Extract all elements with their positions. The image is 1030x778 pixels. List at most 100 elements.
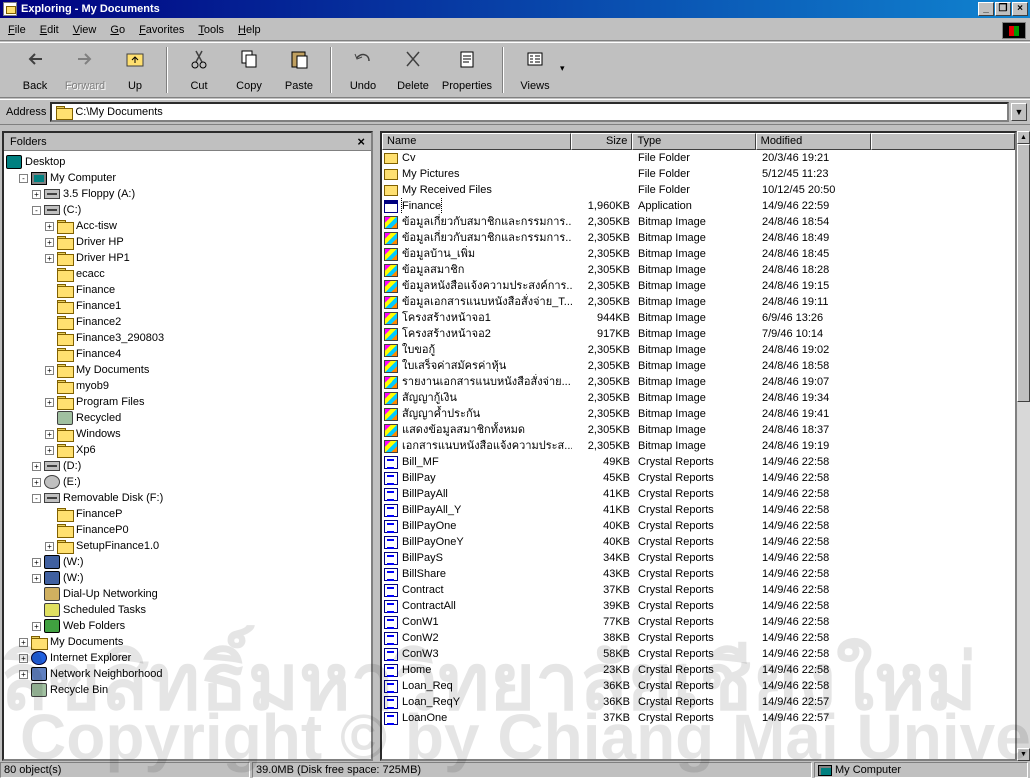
- scroll-thumb[interactable]: [1017, 144, 1030, 402]
- tree-item[interactable]: + Web Folders: [4, 618, 371, 634]
- scroll-down-button[interactable]: ▼: [1017, 748, 1030, 761]
- expand-icon[interactable]: +: [32, 189, 41, 199]
- tree-item[interactable]: Finance2: [4, 314, 371, 330]
- file-row[interactable]: ข้อมูลสมาชิก 2,305KB Bitmap Image 24/8/46 1…: [382, 262, 1015, 278]
- tree-item[interactable]: Finance1: [4, 298, 371, 314]
- vertical-scrollbar[interactable]: ▲ ▼: [1017, 131, 1030, 761]
- forward-button[interactable]: Forward: [60, 43, 110, 97]
- tree-item[interactable]: Desktop: [4, 154, 371, 170]
- file-row[interactable]: BillPayOne 40KB Crystal Reports 14/9/46 22:…: [382, 518, 1015, 534]
- file-row[interactable]: Contract 37KB Crystal Reports 14/9/46 22:58: [382, 582, 1015, 598]
- tree-item[interactable]: FinanceP0: [4, 522, 371, 538]
- expand-icon[interactable]: +: [45, 221, 54, 231]
- close-button[interactable]: ×: [1012, 2, 1028, 16]
- minimize-button[interactable]: _: [978, 2, 994, 16]
- copy-button[interactable]: Copy: [224, 43, 274, 97]
- file-row[interactable]: Cv File Folder 20/3/46 19:21: [382, 150, 1015, 166]
- expand-icon[interactable]: +: [19, 669, 28, 679]
- file-row[interactable]: ข้อมูลหนังสือแจ้งความประสงค์การ... 2,305K…: [382, 278, 1015, 294]
- file-row[interactable]: แสดงข้อมูลสมาชิกทั้งหมด 2,305KB Bitmap Ima…: [382, 422, 1015, 438]
- up-button[interactable]: Up: [110, 43, 160, 97]
- column-name[interactable]: Name: [382, 133, 571, 150]
- views-dropdown-icon[interactable]: ▾: [560, 43, 570, 97]
- tree-item[interactable]: + (E:): [4, 474, 371, 490]
- restore-button[interactable]: ❐: [995, 2, 1011, 16]
- tree-item[interactable]: + (W:): [4, 554, 371, 570]
- file-row[interactable]: Home 23KB Crystal Reports 14/9/46 22:58: [382, 662, 1015, 678]
- tree-item[interactable]: Finance4: [4, 346, 371, 362]
- file-row[interactable]: โครงสร้างหน้าจอ1 944KB Bitmap Image 6/9/46 …: [382, 310, 1015, 326]
- collapse-icon[interactable]: -: [32, 205, 41, 215]
- tree-item[interactable]: + Internet Explorer: [4, 650, 371, 666]
- tree-item[interactable]: Scheduled Tasks: [4, 602, 371, 618]
- expand-icon[interactable]: +: [32, 621, 41, 631]
- expand-icon[interactable]: +: [32, 461, 41, 471]
- views-button[interactable]: Views: [510, 43, 560, 97]
- tree-item[interactable]: + SetupFinance1.0: [4, 538, 371, 554]
- paste-button[interactable]: Paste: [274, 43, 324, 97]
- expand-icon[interactable]: +: [19, 637, 28, 647]
- file-row[interactable]: โครงสร้างหน้าจอ2 917KB Bitmap Image 7/9/46 …: [382, 326, 1015, 342]
- file-row[interactable]: ข้อมูลบ้าน_เพิ่ม 2,305KB Bitmap Image 24/8/…: [382, 246, 1015, 262]
- file-row[interactable]: Bill_MF 49KB Crystal Reports 14/9/46 22:58: [382, 454, 1015, 470]
- menu-view[interactable]: View: [73, 24, 97, 36]
- file-row[interactable]: รายงานเอกสารแนบหนังสือสั่งจ่าย... 2,305KB…: [382, 374, 1015, 390]
- file-row[interactable]: สัญญากู้เงิน 2,305KB Bitmap Image 24/8/46 1…: [382, 390, 1015, 406]
- expand-icon[interactable]: +: [32, 573, 41, 583]
- expand-icon[interactable]: +: [45, 365, 54, 375]
- file-row[interactable]: Finance 1,960KB Application 14/9/46 22:59: [382, 198, 1015, 214]
- file-row[interactable]: ConW1 77KB Crystal Reports 14/9/46 22:58: [382, 614, 1015, 630]
- collapse-icon[interactable]: -: [32, 493, 41, 503]
- tree-item[interactable]: - (C:): [4, 202, 371, 218]
- file-row[interactable]: ใบเสร็จค่าสมัครค่าหุ้น 2,305KB Bitmap Imag…: [382, 358, 1015, 374]
- expand-icon[interactable]: +: [45, 541, 54, 551]
- file-row[interactable]: My Received Files File Folder 10/12/45 20:…: [382, 182, 1015, 198]
- tree-item[interactable]: + My Documents: [4, 634, 371, 650]
- tree-item[interactable]: Dial-Up Networking: [4, 586, 371, 602]
- tree-item[interactable]: + Xp6: [4, 442, 371, 458]
- file-row[interactable]: BillPayOneY 40KB Crystal Reports 14/9/46 22…: [382, 534, 1015, 550]
- properties-button[interactable]: Properties: [438, 43, 496, 97]
- tree-item[interactable]: Recycle Bin: [4, 682, 371, 698]
- close-folders-button[interactable]: ×: [357, 134, 365, 149]
- back-button[interactable]: Back: [10, 43, 60, 97]
- expand-icon[interactable]: +: [45, 397, 54, 407]
- expand-icon[interactable]: +: [45, 237, 54, 247]
- file-row[interactable]: Loan_Req 36KB Crystal Reports 14/9/46 22:58: [382, 678, 1015, 694]
- column-size[interactable]: Size: [570, 133, 633, 150]
- expand-icon[interactable]: +: [45, 253, 54, 263]
- file-row[interactable]: ข้อมูลเกี่ยวกับสมาชิกและกรรมการ... 2,305K…: [382, 230, 1015, 246]
- file-row[interactable]: ConW3 58KB Crystal Reports 14/9/46 22:58: [382, 646, 1015, 662]
- expand-icon[interactable]: +: [45, 445, 54, 455]
- file-row[interactable]: BillPayAll 41KB Crystal Reports 14/9/46 22:…: [382, 486, 1015, 502]
- tree-item[interactable]: + Network Neighborhood: [4, 666, 371, 682]
- file-row[interactable]: BillShare 43KB Crystal Reports 14/9/46 22:5…: [382, 566, 1015, 582]
- collapse-icon[interactable]: -: [19, 173, 28, 183]
- file-row[interactable]: ข้อมูลเอกสารแนบหนังสือสั่งจ่าย_T... 2,305…: [382, 294, 1015, 310]
- tree-item[interactable]: + (D:): [4, 458, 371, 474]
- tree-item[interactable]: ecacc: [4, 266, 371, 282]
- file-row[interactable]: My Pictures File Folder 5/12/45 11:23: [382, 166, 1015, 182]
- file-row[interactable]: ConW2 38KB Crystal Reports 14/9/46 22:58: [382, 630, 1015, 646]
- file-row[interactable]: เอกสารแนบหนังสือแจ้งความประส... 2,305KB Bi…: [382, 438, 1015, 454]
- file-row[interactable]: Loan_ReqY 36KB Crystal Reports 14/9/46 22:5…: [382, 694, 1015, 710]
- file-row[interactable]: ใบขอกู้ 2,305KB Bitmap Image 24/8/46 19:02: [382, 342, 1015, 358]
- tree-item[interactable]: - My Computer: [4, 170, 371, 186]
- tree-item[interactable]: Recycled: [4, 410, 371, 426]
- tree-item[interactable]: myob9: [4, 378, 371, 394]
- undo-button[interactable]: Undo: [338, 43, 388, 97]
- file-row[interactable]: BillPayAll_Y 41KB Crystal Reports 14/9/46 2…: [382, 502, 1015, 518]
- tree-item[interactable]: + Driver HP1: [4, 250, 371, 266]
- scroll-up-button[interactable]: ▲: [1017, 131, 1030, 144]
- file-row[interactable]: BillPayS 34KB Crystal Reports 14/9/46 22:58: [382, 550, 1015, 566]
- menu-edit[interactable]: Edit: [40, 24, 59, 36]
- expand-icon[interactable]: +: [45, 429, 54, 439]
- tree-item[interactable]: FinanceP: [4, 506, 371, 522]
- file-row[interactable]: ContractAll 39KB Crystal Reports 14/9/46 22…: [382, 598, 1015, 614]
- tree-item[interactable]: - Removable Disk (F:): [4, 490, 371, 506]
- file-row[interactable]: BillPay 45KB Crystal Reports 14/9/46 22:58: [382, 470, 1015, 486]
- expand-icon[interactable]: +: [32, 477, 41, 487]
- column-modified[interactable]: Modified: [755, 133, 871, 150]
- address-dropdown-button[interactable]: ▼: [1011, 103, 1027, 121]
- menu-favorites[interactable]: Favorites: [139, 24, 184, 36]
